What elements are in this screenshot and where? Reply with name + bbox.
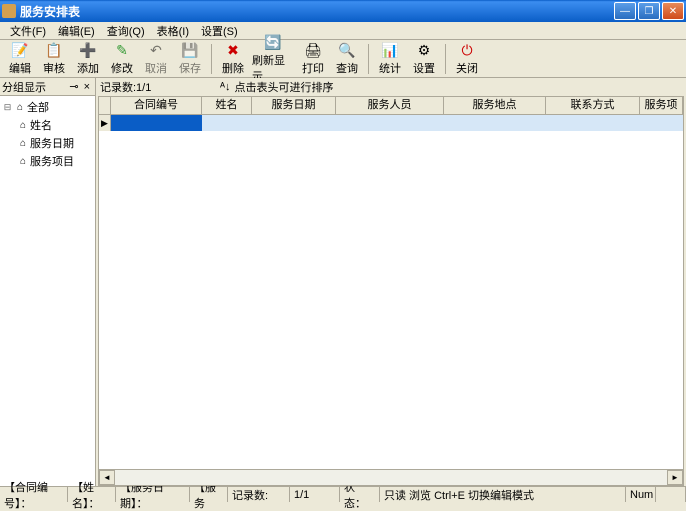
tool-review[interactable]: 📋审核: [38, 40, 70, 77]
tree-root-label: 全部: [27, 99, 49, 115]
column-header[interactable]: 服务项: [640, 97, 683, 114]
toolbar-separator: [445, 44, 446, 74]
row-cells[interactable]: [202, 115, 683, 131]
menu-table[interactable]: 表格(I): [151, 22, 195, 40]
tool-add[interactable]: ➕添加: [72, 40, 104, 77]
tree-item[interactable]: ⌂服务日期: [2, 134, 93, 152]
menubar: 文件(F) 编辑(E) 查询(Q) 表格(I) 设置(S): [0, 22, 686, 40]
tool-edit[interactable]: 📝编辑: [4, 40, 36, 77]
save-icon: 💾: [181, 41, 199, 59]
scroll-right-icon[interactable]: ►: [667, 470, 683, 485]
tree-root[interactable]: ⊟ ⌂ 全部: [2, 98, 93, 116]
selected-cell[interactable]: [111, 115, 202, 131]
tree: ⊟ ⌂ 全部 ⌂姓名 ⌂服务日期 ⌂服务项目: [0, 96, 95, 486]
titlebar: 服务安排表 — ❐ ✕: [0, 0, 686, 22]
close-button[interactable]: ✕: [662, 2, 684, 20]
home-icon: ⌂: [13, 102, 27, 113]
tool-close[interactable]: ⏻关闭: [451, 40, 483, 77]
sort-hint: 点击表头可进行排序: [234, 79, 333, 95]
work-area: 分组显示 ⊸ × ⊟ ⌂ 全部 ⌂姓名 ⌂服务日期 ⌂服务项目 记录数:1/1 …: [0, 78, 686, 486]
tool-settings[interactable]: ⚙设置: [408, 40, 440, 77]
menu-edit[interactable]: 编辑(E): [52, 22, 101, 40]
tool-delete[interactable]: ✖删除: [217, 40, 249, 77]
close-panel-icon[interactable]: ×: [81, 81, 93, 93]
maximize-button[interactable]: ❐: [638, 2, 660, 20]
tool-modify[interactable]: ✎修改: [106, 40, 138, 77]
tool-save: 💾保存: [174, 40, 206, 77]
info-row: 记录数:1/1 ᴬ↓ 点击表头可进行排序: [96, 78, 686, 96]
tree-item[interactable]: ⌂姓名: [2, 116, 93, 134]
minimize-button[interactable]: —: [614, 2, 636, 20]
collapse-icon[interactable]: ⊟: [2, 102, 13, 113]
window-title: 服务安排表: [20, 3, 612, 20]
app-icon: [2, 4, 16, 18]
menu-query[interactable]: 查询(Q): [101, 22, 151, 40]
row-indicator-header: [99, 97, 111, 114]
home-icon: ⌂: [16, 156, 30, 167]
menu-settings[interactable]: 设置(S): [195, 22, 244, 40]
menu-file[interactable]: 文件(F): [4, 22, 52, 40]
column-header[interactable]: 合同编号: [111, 97, 202, 114]
refresh-icon: 🔄: [264, 33, 282, 51]
review-icon: 📋: [45, 41, 63, 59]
side-title: 分组显示: [2, 79, 46, 95]
add-icon: ➕: [79, 41, 97, 59]
table-row[interactable]: ▶: [99, 115, 683, 131]
side-panel: 分组显示 ⊸ × ⊟ ⌂ 全部 ⌂姓名 ⌂服务日期 ⌂服务项目: [0, 78, 96, 486]
column-header[interactable]: 联系方式: [546, 97, 640, 114]
search-icon: 🔍: [338, 41, 356, 59]
modify-icon: ✎: [113, 41, 131, 59]
column-header[interactable]: 服务人员: [336, 97, 444, 114]
edit-icon: 📝: [11, 41, 29, 59]
pin-icon[interactable]: ⊸: [67, 80, 80, 93]
power-icon: ⏻: [458, 41, 476, 59]
record-count: 记录数:1/1: [100, 79, 220, 95]
horizontal-scrollbar[interactable]: ◄ ►: [99, 469, 683, 485]
tree-item[interactable]: ⌂服务项目: [2, 152, 93, 170]
column-header[interactable]: 姓名: [202, 97, 252, 114]
toolbar: 📝编辑 📋审核 ➕添加 ✎修改 ↶取消 💾保存 ✖删除 🔄刷新显示 🖨打印 🔍查…: [0, 40, 686, 78]
toolbar-separator: [211, 44, 212, 74]
main-panel: 记录数:1/1 ᴬ↓ 点击表头可进行排序 合同编号 姓名 服务日期 服务人员 服…: [96, 78, 686, 486]
delete-icon: ✖: [224, 41, 242, 59]
home-icon: ⌂: [16, 138, 30, 149]
tool-query[interactable]: 🔍查询: [331, 40, 363, 77]
scroll-track[interactable]: [115, 470, 667, 485]
scroll-left-icon[interactable]: ◄: [99, 470, 115, 485]
column-header[interactable]: 服务日期: [252, 97, 336, 114]
grid-header: 合同编号 姓名 服务日期 服务人员 服务地点 联系方式 服务项: [99, 97, 683, 115]
print-icon: 🖨: [304, 41, 322, 59]
row-marker-icon: ▶: [99, 115, 111, 131]
gear-icon: ⚙: [415, 41, 433, 59]
sort-hint-icon: ᴬ↓: [220, 81, 230, 93]
side-header: 分组显示 ⊸ ×: [0, 78, 95, 96]
toolbar-separator: [368, 44, 369, 74]
data-grid: 合同编号 姓名 服务日期 服务人员 服务地点 联系方式 服务项 ▶ ◄ ►: [98, 96, 684, 486]
home-icon: ⌂: [16, 120, 30, 131]
tool-stats[interactable]: 📊统计: [374, 40, 406, 77]
stats-icon: 📊: [381, 41, 399, 59]
tool-cancel: ↶取消: [140, 40, 172, 77]
column-header[interactable]: 服务地点: [444, 97, 546, 114]
cancel-icon: ↶: [147, 41, 165, 59]
tool-print[interactable]: 🖨打印: [297, 40, 329, 77]
